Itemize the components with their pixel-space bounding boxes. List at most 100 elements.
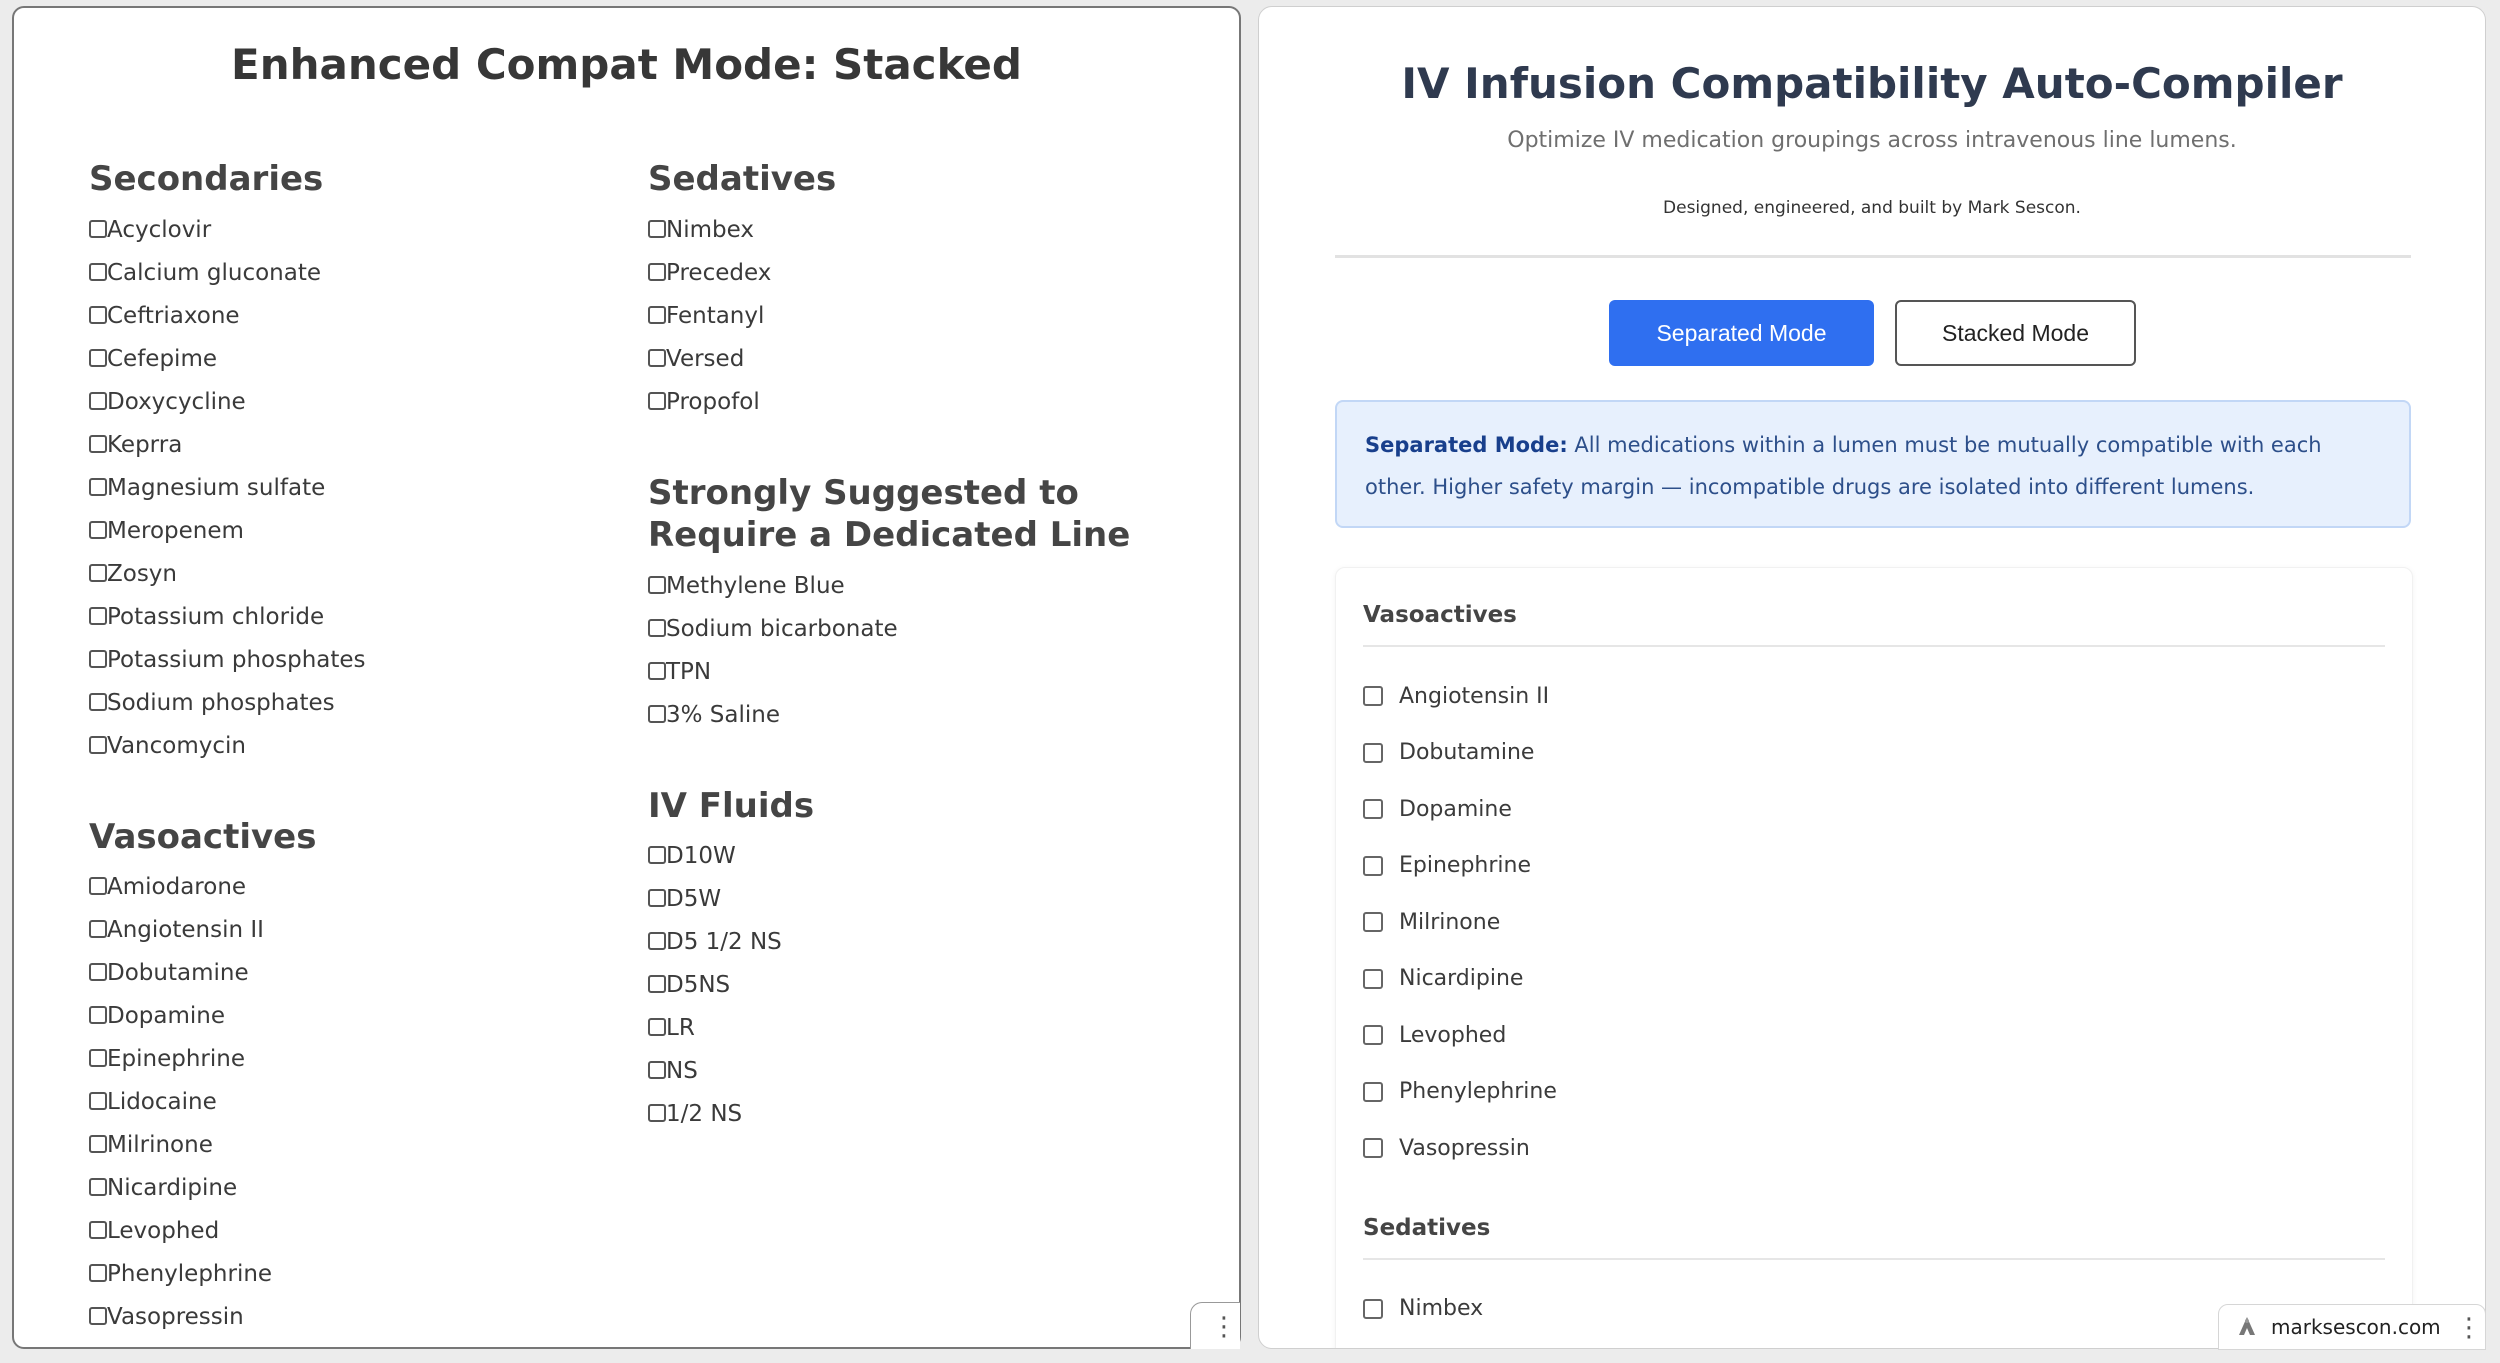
medication-checkbox[interactable]: [648, 1104, 666, 1122]
medication-option[interactable]: Epinephrine: [89, 1046, 629, 1089]
medication-checkbox[interactable]: [1363, 855, 1383, 876]
medication-option[interactable]: 1/2 NS: [648, 1101, 1208, 1144]
medication-option[interactable]: Acyclovir: [89, 217, 629, 260]
medication-option[interactable]: Sodium bicarbonate: [648, 616, 1208, 659]
medication-checkbox[interactable]: [648, 618, 666, 637]
medication-option[interactable]: Dobutamine: [1363, 738, 1534, 768]
medication-option[interactable]: Doxycycline: [89, 389, 629, 432]
medication-checkbox[interactable]: [1363, 686, 1383, 706]
medication-option[interactable]: Keprra: [89, 432, 629, 475]
medication-checkbox[interactable]: [89, 219, 107, 238]
medication-option[interactable]: Cefepime: [89, 346, 629, 389]
medication-option[interactable]: Vasopressin: [89, 1304, 629, 1347]
medication-checkbox[interactable]: [648, 975, 666, 993]
medication-option[interactable]: Vasopressin: [1363, 1133, 1530, 1163]
medication-checkbox[interactable]: [89, 963, 107, 981]
medication-checkbox[interactable]: [89, 305, 107, 324]
medication-option[interactable]: Versed: [648, 346, 1208, 389]
medication-option[interactable]: Methylene Blue: [648, 573, 1208, 616]
medication-option[interactable]: Fentanyl: [648, 303, 1208, 346]
medication-option[interactable]: D10W: [648, 843, 1208, 886]
medication-option[interactable]: Dopamine: [89, 1003, 629, 1046]
medication-checkbox[interactable]: [648, 219, 666, 238]
medication-option[interactable]: D5W: [648, 886, 1208, 929]
badge-kebab-menu-icon[interactable]: ⋮: [2456, 1315, 2482, 1341]
medication-option[interactable]: Magnesium sulfate: [89, 475, 629, 518]
medication-checkbox[interactable]: [648, 262, 666, 281]
medication-checkbox[interactable]: [648, 889, 666, 907]
medication-checkbox[interactable]: [89, 649, 107, 668]
medication-option[interactable]: Levophed: [89, 1218, 629, 1261]
medication-option[interactable]: Phenylephrine: [89, 1261, 629, 1304]
medication-checkbox[interactable]: [648, 348, 666, 367]
medication-checkbox[interactable]: [1363, 1138, 1383, 1158]
medication-checkbox[interactable]: [1363, 1298, 1383, 1319]
medication-checkbox[interactable]: [89, 606, 107, 625]
stacked-mode-button[interactable]: Stacked Mode: [1895, 300, 2136, 366]
medication-checkbox[interactable]: [89, 563, 107, 582]
medication-checkbox[interactable]: [1363, 799, 1383, 819]
medication-option[interactable]: Angiotensin II: [89, 917, 629, 960]
medication-checkbox[interactable]: [648, 305, 666, 324]
medication-option[interactable]: Nicardipine: [89, 1175, 629, 1218]
medication-checkbox[interactable]: [89, 1264, 107, 1282]
medication-checkbox[interactable]: [89, 1307, 107, 1325]
medication-option[interactable]: Propofol: [648, 389, 1208, 432]
medication-option[interactable]: LR: [648, 1015, 1208, 1058]
medication-checkbox[interactable]: [89, 1135, 107, 1153]
medication-option[interactable]: Sodium phosphates: [89, 690, 629, 733]
medication-checkbox[interactable]: [89, 434, 107, 453]
medication-checkbox[interactable]: [89, 692, 107, 711]
medication-option[interactable]: Angiotensin II: [1363, 681, 1549, 711]
medication-checkbox[interactable]: [89, 520, 107, 539]
medication-option[interactable]: Amiodarone: [89, 874, 629, 917]
site-badge[interactable]: marksescon.com: [2218, 1304, 2486, 1350]
medication-option[interactable]: Potassium chloride: [89, 604, 629, 647]
medication-checkbox[interactable]: [1363, 912, 1383, 932]
medication-option[interactable]: Precedex: [648, 260, 1208, 303]
medication-checkbox[interactable]: [89, 1092, 107, 1110]
medication-option[interactable]: Potassium phosphates: [89, 647, 629, 690]
medication-option[interactable]: TPN: [648, 659, 1208, 702]
medication-option[interactable]: Milrinone: [1363, 907, 1500, 937]
medication-option[interactable]: Zosyn: [89, 561, 629, 604]
medication-checkbox[interactable]: [89, 1221, 107, 1239]
medication-checkbox[interactable]: [89, 877, 107, 895]
medication-checkbox[interactable]: [89, 920, 107, 938]
medication-checkbox[interactable]: [648, 704, 666, 723]
medication-checkbox[interactable]: [89, 262, 107, 281]
medication-checkbox[interactable]: [89, 735, 107, 754]
medication-option[interactable]: Phenylephrine: [1363, 1077, 1557, 1107]
medication-checkbox[interactable]: [648, 391, 666, 410]
medication-option[interactable]: Epinephrine: [1363, 851, 1531, 881]
medication-option[interactable]: Dopamine: [1363, 794, 1512, 824]
medication-checkbox[interactable]: [1363, 1025, 1383, 1045]
medication-option[interactable]: Calcium gluconate: [89, 260, 629, 303]
medication-option[interactable]: 3% Saline: [648, 702, 1208, 745]
medication-checkbox[interactable]: [648, 661, 666, 680]
medication-option[interactable]: Nimbex: [1363, 1294, 1483, 1324]
medication-option[interactable]: Ceftriaxone: [89, 303, 629, 346]
medication-option[interactable]: Lidocaine: [89, 1089, 629, 1132]
medication-option[interactable]: Milrinone: [89, 1132, 629, 1175]
medication-checkbox[interactable]: [1363, 1081, 1383, 1102]
medication-option[interactable]: Levophed: [1363, 1020, 1506, 1050]
medication-option[interactable]: Dobutamine: [89, 960, 629, 1003]
medication-checkbox[interactable]: [648, 932, 666, 950]
medication-checkbox[interactable]: [89, 348, 107, 367]
kebab-menu-icon[interactable]: ⋮: [1211, 1314, 1237, 1340]
medication-checkbox[interactable]: [648, 1061, 666, 1079]
medication-option[interactable]: Meropenem: [89, 518, 629, 561]
medication-option[interactable]: Nimbex: [648, 217, 1208, 260]
medication-checkbox[interactable]: [1363, 968, 1383, 989]
medication-checkbox[interactable]: [648, 1018, 666, 1036]
medication-checkbox[interactable]: [89, 1049, 107, 1067]
medication-checkbox[interactable]: [89, 391, 107, 410]
medication-option[interactable]: Nicardipine: [1363, 964, 1523, 994]
medication-checkbox[interactable]: [89, 1006, 107, 1024]
medication-checkbox[interactable]: [1363, 742, 1383, 763]
separated-mode-button[interactable]: Separated Mode: [1609, 300, 1874, 366]
medication-option[interactable]: D5NS: [648, 972, 1208, 1015]
medication-checkbox[interactable]: [648, 575, 666, 594]
medication-option[interactable]: Vancomycin: [89, 733, 629, 776]
